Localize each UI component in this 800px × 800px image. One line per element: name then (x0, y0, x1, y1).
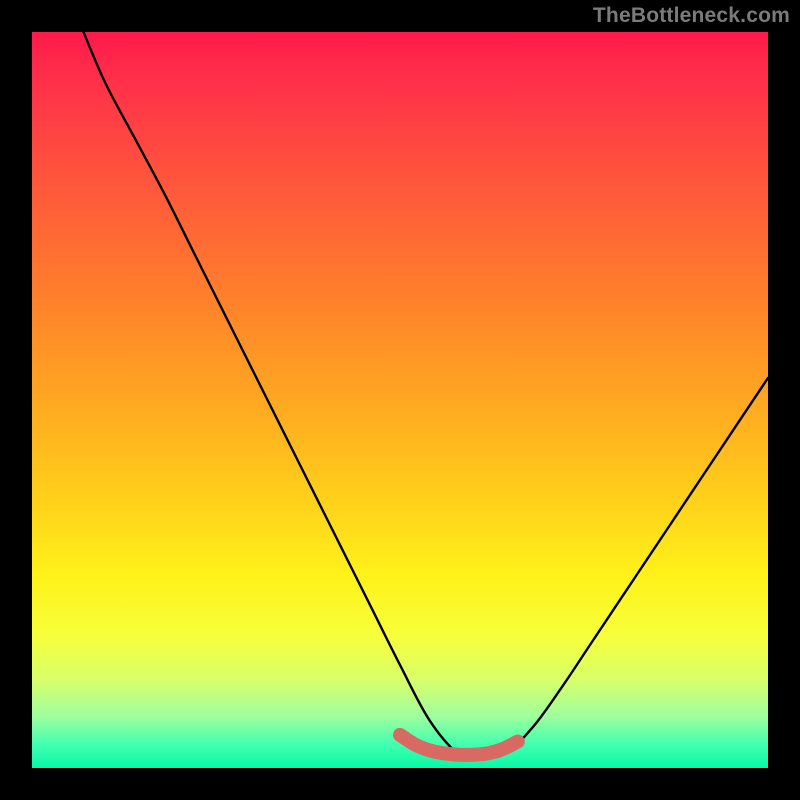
chart-svg (32, 32, 768, 768)
chart-frame: TheBottleneck.com (0, 0, 800, 800)
plot-area (32, 32, 768, 768)
optimal-range-highlight-line (400, 735, 518, 755)
watermark-text: TheBottleneck.com (593, 4, 790, 28)
bottleneck-curve-line (84, 32, 768, 758)
